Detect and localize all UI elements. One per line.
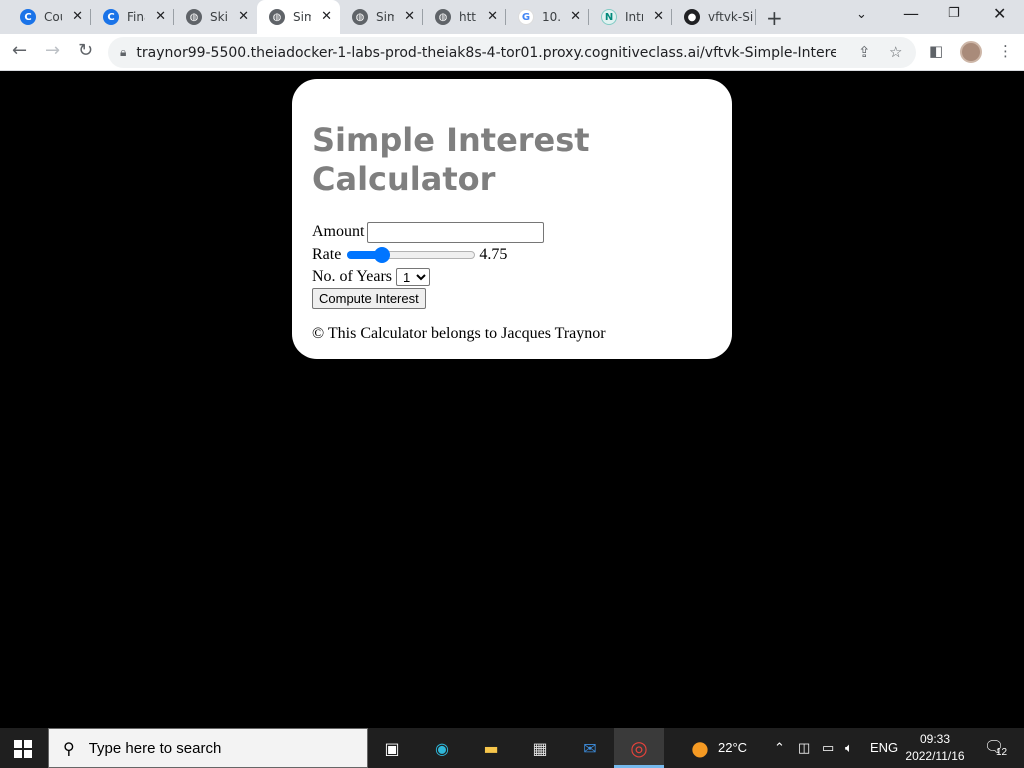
amount-input[interactable] [367,221,545,243]
tab-9[interactable]: ● vftvk-Si [672,0,756,34]
search-placeholder: Type here to search [88,739,222,757]
avatar[interactable] [960,41,982,63]
close-icon[interactable]: ✕ [321,9,332,24]
url-text[interactable]: traynor99-5500.theiadocker-1-labs-prod-t… [136,45,836,61]
language-indicator[interactable]: ENG [870,740,898,755]
tab-title: 10. [542,10,560,24]
compute-interest-button[interactable]: Compute Interest [312,287,426,309]
close-icon[interactable]: ✕ [72,9,83,24]
close-icon[interactable]: ✕ [487,9,498,24]
tab-2[interactable]: C Fina ✕ [91,0,174,34]
chrome-icon[interactable]: ◎ [627,736,651,760]
mail-icon[interactable]: ✉ [578,736,602,760]
tab-5[interactable]: ◍ Sim ✕ [340,0,423,34]
address-bar[interactable]: 🔒︎ traynor99-5500.theiadocker-1-labs-pro… [108,37,916,68]
close-icon[interactable]: ✕ [570,9,581,24]
reload-icon[interactable]: ↻ [78,40,93,61]
rate-value: 4.75 [479,245,508,263]
calculator-card: Simple Interest Calculator Amount Rate 4… [292,79,732,359]
c-logo-icon: C [20,9,36,25]
temperature-text[interactable]: 22°C [718,740,747,755]
google-icon: G [518,9,534,25]
tab-title: http [459,10,477,24]
tab-title: Sim [293,10,311,24]
years-label: No. of Years [312,267,392,285]
rate-label: Rate [312,245,342,263]
page-viewport: Simple Interest Calculator Amount Rate 4… [0,71,1024,728]
c-logo-icon: C [103,9,119,25]
browser-tab-strip: C Cou ✕ C Fina ✕ ◍ Skil ✕ ◍ Sim ✕ ◍ Sim … [0,0,1024,34]
tab-6[interactable]: ◍ http ✕ [423,0,506,34]
copyright-text: © This Calculator belongs to Jacques Tra… [312,325,606,342]
clock[interactable]: 09:33 2022/11/16 [900,731,970,765]
network-icon[interactable]: ▭ [822,740,834,756]
tab-3[interactable]: ◍ Skil ✕ [174,0,257,34]
taskbar-search-box[interactable]: ⚲ Type here to search [48,728,368,768]
calculator-form: Amount Rate 4.75 No. of Years 1 Compute … [312,221,712,343]
minimize-icon[interactable]: — [903,4,919,23]
clock-date: 2022/11/16 [905,749,965,763]
new-tab-icon[interactable]: + [766,6,783,30]
years-select[interactable]: 1 [396,267,430,286]
n-logo-icon: N [601,9,617,25]
tab-title: Cou [44,10,62,24]
globe-icon: ◍ [435,9,451,25]
tab-8[interactable]: N Intr ✕ [589,0,672,34]
close-icon[interactable]: ✕ [404,9,415,24]
tab-title: Sim [376,10,394,24]
menu-kebab-icon[interactable]: ⋮ [998,42,1013,60]
bookmark-star-icon[interactable]: ☆ [889,43,902,61]
meet-now-icon[interactable]: ◫ [798,740,810,756]
rate-slider-thumb[interactable] [374,246,391,263]
back-arrow-icon[interactable]: ← [12,40,27,61]
tab-title: Intr [625,10,643,24]
lock-icon[interactable]: 🔒︎ [120,45,126,60]
clock-time: 09:33 [919,732,951,746]
tab-search-chevron-icon[interactable]: ⌄ [856,7,867,22]
volume-icon[interactable]: 🔈︎ [845,740,853,756]
close-icon[interactable]: ✕ [238,9,249,24]
amount-label: Amount [312,223,365,240]
tab-title: vftvk-Si [708,10,754,24]
show-hidden-icons-icon[interactable]: ⌃ [774,740,785,756]
edge-icon[interactable]: ◉ [430,736,454,760]
globe-icon: ◍ [269,9,285,25]
github-icon: ● [684,9,700,25]
restore-icon[interactable]: ❐ [948,6,960,21]
globe-icon: ◍ [352,9,368,25]
notifications-count: 12 [996,747,1008,758]
share-icon[interactable]: ⇪ [858,43,871,61]
close-window-icon[interactable]: ✕ [993,4,1006,23]
search-icon: ⚲ [63,738,75,758]
close-icon[interactable]: ✕ [155,9,166,24]
windows-start-icon[interactable] [14,740,32,758]
globe-icon: ◍ [186,9,202,25]
side-panel-icon[interactable]: ◧ [929,42,943,60]
microsoft-store-icon[interactable]: ▦ [528,736,552,760]
task-view-icon[interactable]: ▣ [380,736,404,760]
file-explorer-icon[interactable]: ▬ [479,736,503,760]
weather-sun-icon[interactable]: ● [688,736,712,760]
tab-4-active[interactable]: ◍ Sim ✕ [257,0,340,34]
tab-7[interactable]: G 10. ✕ [506,0,589,34]
rate-slider[interactable] [347,246,476,263]
tab-1[interactable]: C Cou ✕ [8,0,91,34]
forward-arrow-icon[interactable]: → [45,40,60,61]
tab-title: Skil [210,10,228,24]
windows-taskbar: ⚲ Type here to search ▣ ◉ ▬ ▦ ✉ ◎ ● 22°C… [0,728,1024,768]
browser-toolbar: ← → ↻ 🔒︎ traynor99-5500.theiadocker-1-la… [0,34,1024,71]
tab-title: Fina [127,10,145,24]
page-title: Simple Interest Calculator [312,121,590,198]
close-icon[interactable]: ✕ [653,9,664,24]
